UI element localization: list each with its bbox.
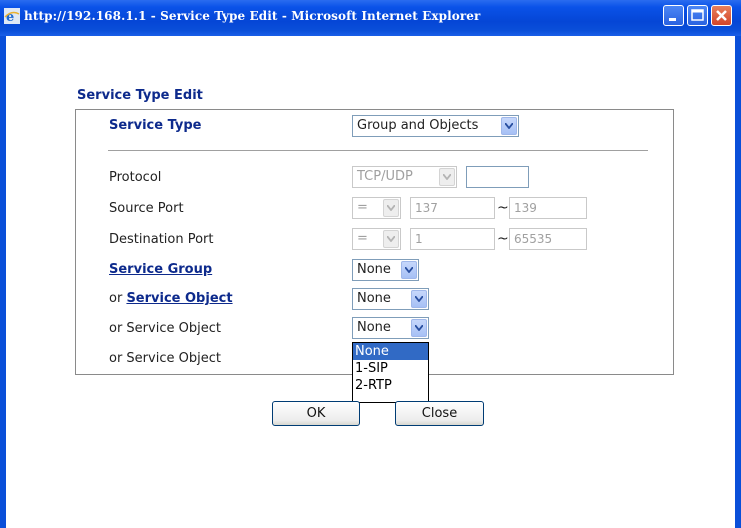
destination-port-operator-select[interactable]: = [352,228,401,250]
service-object-2-label: or Service Object [109,321,221,336]
source-port-end-value: 139 [514,201,537,215]
service-object-row-1: or Service Object [109,291,233,306]
close-button[interactable]: Close [395,401,484,426]
service-object-1-value: None [357,291,391,306]
dropdown-option[interactable]: 2-RTP [353,377,428,394]
browser-window: e http://192.168.1.1 - Service Type Edit… [0,0,741,528]
window-frame-left [0,36,6,528]
destination-port-start-field[interactable]: 1 [410,228,495,250]
source-port-operator-value: = [357,200,368,215]
destination-port-operator-value: = [357,231,368,246]
source-port-operator-select[interactable]: = [352,197,401,219]
window-title: http://192.168.1.1 - Service Type Edit -… [24,9,481,23]
service-type-select[interactable]: Group and Objects [352,115,519,137]
protocol-value: TCP/UDP [357,169,413,184]
protocol-select[interactable]: TCP/UDP [352,166,457,188]
dropdown-option[interactable]: 1-SIP [353,360,428,377]
chevron-down-icon [401,261,417,279]
destination-port-start-value: 1 [415,232,423,246]
dropdown-option[interactable]: None [353,343,428,360]
source-port-range-separator: ~ [497,200,509,216]
service-group-link[interactable]: Service Group [109,262,212,277]
service-object-dropdown-list[interactable]: None 1-SIP 2-RTP [352,342,429,403]
source-port-start-value: 137 [415,201,438,215]
service-object-1-select[interactable]: None [352,288,429,310]
minimize-icon [669,18,676,21]
section-title: Service Type Edit [77,88,203,103]
service-group-value: None [357,262,391,277]
service-object-2-value: None [357,320,391,335]
divider [108,150,648,151]
chevron-down-icon [439,168,455,186]
destination-port-range-separator: ~ [497,231,509,247]
service-group-select[interactable]: None [352,259,419,281]
maximize-icon [691,9,704,21]
minimize-button[interactable] [663,5,684,26]
close-window-button[interactable] [711,5,732,26]
service-type-value: Group and Objects [357,118,479,133]
chevron-down-icon [411,319,427,337]
source-port-start-field[interactable]: 137 [410,197,495,219]
protocol-number-field[interactable] [466,166,529,188]
service-object-link[interactable]: Service Object [126,291,232,306]
service-type-label: Service Type [109,118,202,133]
protocol-label: Protocol [109,170,162,185]
chevron-down-icon [501,117,517,135]
maximize-button[interactable] [687,5,708,26]
window-frame-right [735,36,741,528]
internet-explorer-icon: e [4,8,20,24]
source-port-end-field[interactable]: 139 [509,197,587,219]
source-port-label: Source Port [109,201,184,216]
service-object-2-select[interactable]: None [352,317,429,339]
ok-button[interactable]: OK [272,401,360,426]
chevron-down-icon [383,199,399,217]
service-object-prefix: or [109,291,127,306]
destination-port-end-value: 65535 [514,232,553,246]
service-object-3-label: or Service Object [109,351,221,366]
close-icon [716,10,727,21]
chevron-down-icon [383,230,399,248]
chevron-down-icon [411,290,427,308]
destination-port-label: Destination Port [109,232,214,247]
destination-port-end-field[interactable]: 65535 [509,228,587,250]
title-bar[interactable]: e http://192.168.1.1 - Service Type Edit… [0,0,741,36]
